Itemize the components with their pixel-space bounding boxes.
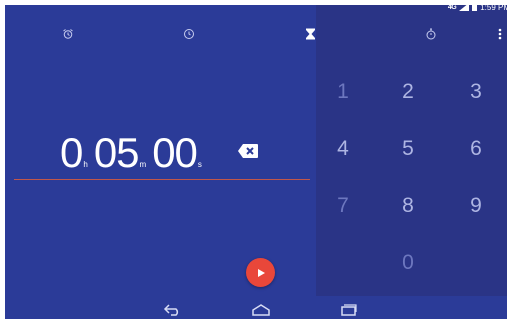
play-icon [257, 268, 265, 277]
stopwatch-icon [426, 28, 436, 40]
timer-hourglass-icon [305, 28, 315, 40]
tab-stopwatch[interactable] [421, 24, 441, 44]
tab-alarm[interactable] [58, 24, 78, 44]
alarm-icon [63, 29, 73, 39]
recents-icon [341, 304, 357, 316]
delete-button[interactable] [237, 142, 259, 160]
battery-icon [472, 3, 478, 11]
keypad-key-6[interactable]: 6 [456, 134, 496, 164]
keypad-key-0[interactable]: 0 [388, 248, 428, 278]
keypad-key-3[interactable]: 3 [456, 77, 496, 107]
start-timer-button[interactable] [246, 258, 275, 287]
backspace-icon [238, 144, 258, 158]
timer-screen: 4G 1:59 PM 0 h 05 m 00 s 1 2 3 4 5 6 7 8… [0, 0, 512, 324]
keypad-key-9[interactable]: 9 [456, 191, 496, 221]
nav-back-button[interactable] [160, 300, 186, 320]
home-icon [252, 304, 270, 316]
more-vert-icon [498, 28, 502, 40]
keypad-key-7[interactable]: 7 [323, 191, 363, 221]
timer-underline [14, 179, 310, 180]
status-time: 1:59 PM [480, 2, 510, 12]
timer-hours: 0 [60, 129, 83, 176]
network-type-icon: 4G [447, 3, 457, 11]
nav-recents-button[interactable] [335, 300, 361, 320]
back-icon [163, 304, 179, 316]
timer-minutes-unit: m [139, 160, 147, 169]
clock-icon [184, 29, 194, 39]
tab-clock[interactable] [179, 24, 199, 44]
nav-home-button[interactable] [248, 300, 274, 320]
keypad-key-2[interactable]: 2 [388, 77, 428, 107]
overflow-menu-button[interactable] [492, 24, 508, 44]
status-bar: 4G 1:59 PM [422, 0, 512, 14]
tab-timer[interactable] [300, 24, 320, 44]
keypad-key-1[interactable]: 1 [323, 77, 363, 107]
timer-seconds: 00 [152, 129, 198, 176]
timer-hours-unit: h [83, 160, 88, 169]
timer-display: 0 h 05 m 00 s [60, 132, 208, 174]
signal-icon [459, 3, 470, 11]
timer-minutes: 05 [93, 129, 140, 176]
keypad-key-4[interactable]: 4 [323, 134, 363, 164]
keypad-key-8[interactable]: 8 [388, 191, 428, 221]
timer-seconds-unit: s [197, 160, 202, 169]
keypad-key-5[interactable]: 5 [388, 134, 428, 164]
